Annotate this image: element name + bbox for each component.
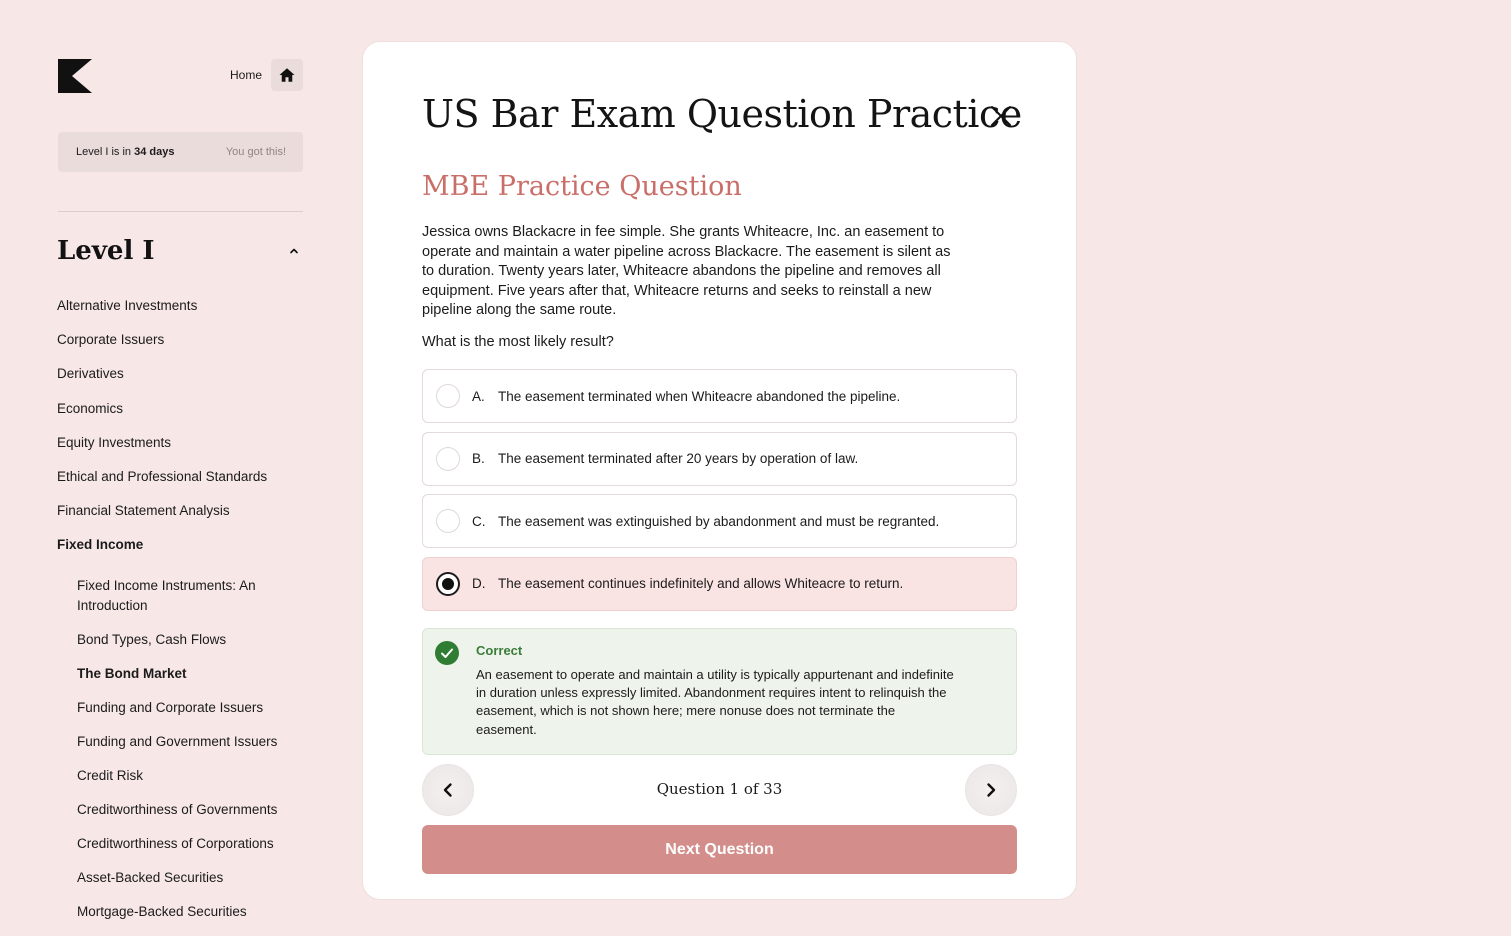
answer-option-c[interactable]: C. The easement was extinguished by aban… — [422, 494, 1017, 548]
subtopic-label: Funding and Corporate Issuers — [77, 700, 264, 715]
subtopic-funding-government-issuers[interactable]: Funding and Government Issuers — [77, 732, 303, 752]
answer-option-b[interactable]: B. The easement terminated after 20 year… — [422, 431, 1017, 486]
sidebar-item-derivatives[interactable]: Derivatives — [57, 362, 303, 396]
subtopic-creditworthiness-corporations[interactable]: Creditworthiness of Corporations — [77, 834, 303, 854]
countdown-prefix: Level I is in — [76, 146, 132, 158]
answer-options: A. The easement terminated when Whiteacr… — [422, 369, 1017, 619]
next-question-button[interactable]: Next Question — [422, 825, 1017, 874]
option-letter: C. — [472, 513, 486, 529]
sidebar-item-label: Equity Investments — [57, 434, 172, 450]
subtopic-label: Asset-Backed Securities — [77, 870, 224, 885]
subtopic-bond-types[interactable]: Bond Types, Cash Flows — [77, 630, 303, 650]
radio-button[interactable] — [436, 509, 460, 533]
question-counter: Question 1 of 33 — [656, 780, 783, 798]
sidebar-item-alternative-investments[interactable]: Alternative Investments — [57, 294, 303, 328]
question-pager: Question 1 of 33 — [422, 764, 1017, 816]
subtopic-funding-corporate-issuers[interactable]: Funding and Corporate Issuers — [77, 698, 303, 718]
option-text: The easement terminated after 20 years b… — [498, 451, 859, 466]
option-text: The easement was extinguished by abandon… — [498, 513, 940, 529]
topic-list: Alternative Investments Corporate Issuer… — [57, 294, 303, 568]
answer-option-d[interactable]: D. The easement continues indefinitely a… — [422, 556, 1017, 611]
sidebar-item-ethical-standards[interactable]: Ethical and Professional Standards — [57, 465, 303, 499]
sidebar: Home Level I is in 34 days You got this!… — [57, 0, 303, 935]
option-text: The easement terminated when Whiteacre a… — [498, 388, 901, 404]
sidebar-item-label: Corporate Issuers — [57, 332, 165, 348]
subtopic-label: Credit Risk — [77, 768, 144, 783]
countdown-text: Level I is in 34 days — [76, 146, 174, 158]
level-section-header[interactable]: Level I — [57, 236, 303, 266]
home-icon — [279, 68, 295, 82]
sidebar-item-label: Derivatives — [57, 366, 124, 382]
feedback-title: Correct — [476, 643, 523, 658]
home-label: Home — [229, 68, 262, 82]
home-button[interactable] — [271, 59, 303, 91]
sidebar-item-financial-statement-analysis[interactable]: Financial Statement Analysis — [57, 499, 303, 533]
subtopic-mortgage-backed-securities[interactable]: Mortgage-Backed Securities — [77, 902, 303, 922]
option-letter: A. — [472, 388, 485, 404]
sidebar-item-label: Ethical and Professional Standards — [57, 468, 268, 484]
radio-button-selected[interactable] — [436, 571, 460, 596]
subtopic-label: The Bond Market — [77, 666, 187, 681]
subtopic-credit-risk[interactable]: Credit Risk — [77, 766, 303, 786]
subtopic-asset-backed-securities[interactable]: Asset-Backed Securities — [77, 868, 303, 888]
option-text: The easement continues indefinitely and … — [498, 576, 904, 591]
countdown-days: 34 days — [134, 146, 175, 158]
sidebar-item-equity-investments[interactable]: Equity Investments — [57, 431, 303, 465]
question-type-heading: MBE Practice Question — [422, 171, 742, 202]
subtopic-label: Fixed Income Instruments: An Introductio… — [77, 578, 256, 613]
option-letter: B. — [472, 451, 485, 466]
subtopic-bond-market[interactable]: The Bond Market — [77, 664, 303, 684]
page-title: US Bar Exam Question Practice — [422, 92, 1022, 136]
check-circle-icon — [435, 641, 459, 665]
question-stem: Jessica owns Blackacre in fee simple. Sh… — [422, 224, 951, 319]
chevron-up-icon[interactable] — [287, 244, 301, 258]
chevron-right-icon — [987, 783, 996, 797]
next-question-arrow-button[interactable] — [965, 764, 1017, 816]
sidebar-item-label: Alternative Investments — [57, 298, 198, 313]
close-icon[interactable] — [987, 102, 1015, 130]
subtopic-fixed-income-instruments[interactable]: Fixed Income Instruments: An Introductio… — [77, 576, 303, 616]
radio-button[interactable] — [436, 446, 460, 471]
sidebar-item-label: Economics — [57, 400, 124, 416]
subtopic-label: Bond Types, Cash Flows — [77, 632, 227, 647]
level-title: Level I — [57, 236, 155, 266]
subtopic-label: Creditworthiness of Corporations — [77, 836, 274, 851]
subtopic-label: Creditworthiness of Governments — [77, 802, 278, 817]
exam-countdown: Level I is in 34 days You got this! — [58, 132, 303, 172]
sidebar-item-label: Fixed Income — [57, 537, 144, 553]
subtopic-label: Funding and Government Issuers — [77, 734, 278, 749]
question-prompt: What is the most likely result? — [422, 334, 614, 350]
radio-button[interactable] — [436, 384, 460, 408]
sidebar-divider — [58, 211, 303, 212]
radio-dot — [442, 577, 454, 590]
sidebar-item-economics[interactable]: Economics — [57, 397, 303, 431]
question-card: US Bar Exam Question Practice MBE Practi… — [362, 41, 1077, 900]
subtopic-label: Mortgage-Backed Securities — [77, 904, 247, 919]
answer-option-a[interactable]: A. The easement terminated when Whiteacr… — [422, 369, 1017, 423]
subtopic-creditworthiness-governments[interactable]: Creditworthiness of Governments — [77, 800, 303, 820]
option-letter: D. — [472, 576, 486, 591]
fixed-income-subtopics: Fixed Income Instruments: An Introductio… — [77, 576, 303, 936]
countdown-encouragement: You got this! — [225, 146, 286, 158]
sidebar-item-fixed-income[interactable]: Fixed Income — [57, 533, 303, 567]
home-link[interactable]: Home — [230, 59, 303, 91]
answer-feedback: Correct An easement to operate and maint… — [422, 628, 1017, 755]
feedback-explanation: An easement to operate and maintain a ut… — [476, 667, 954, 737]
sidebar-item-label: Financial Statement Analysis — [57, 503, 230, 519]
k-logo-icon[interactable] — [58, 59, 92, 93]
sidebar-item-corporate-issuers[interactable]: Corporate Issuers — [57, 328, 303, 362]
